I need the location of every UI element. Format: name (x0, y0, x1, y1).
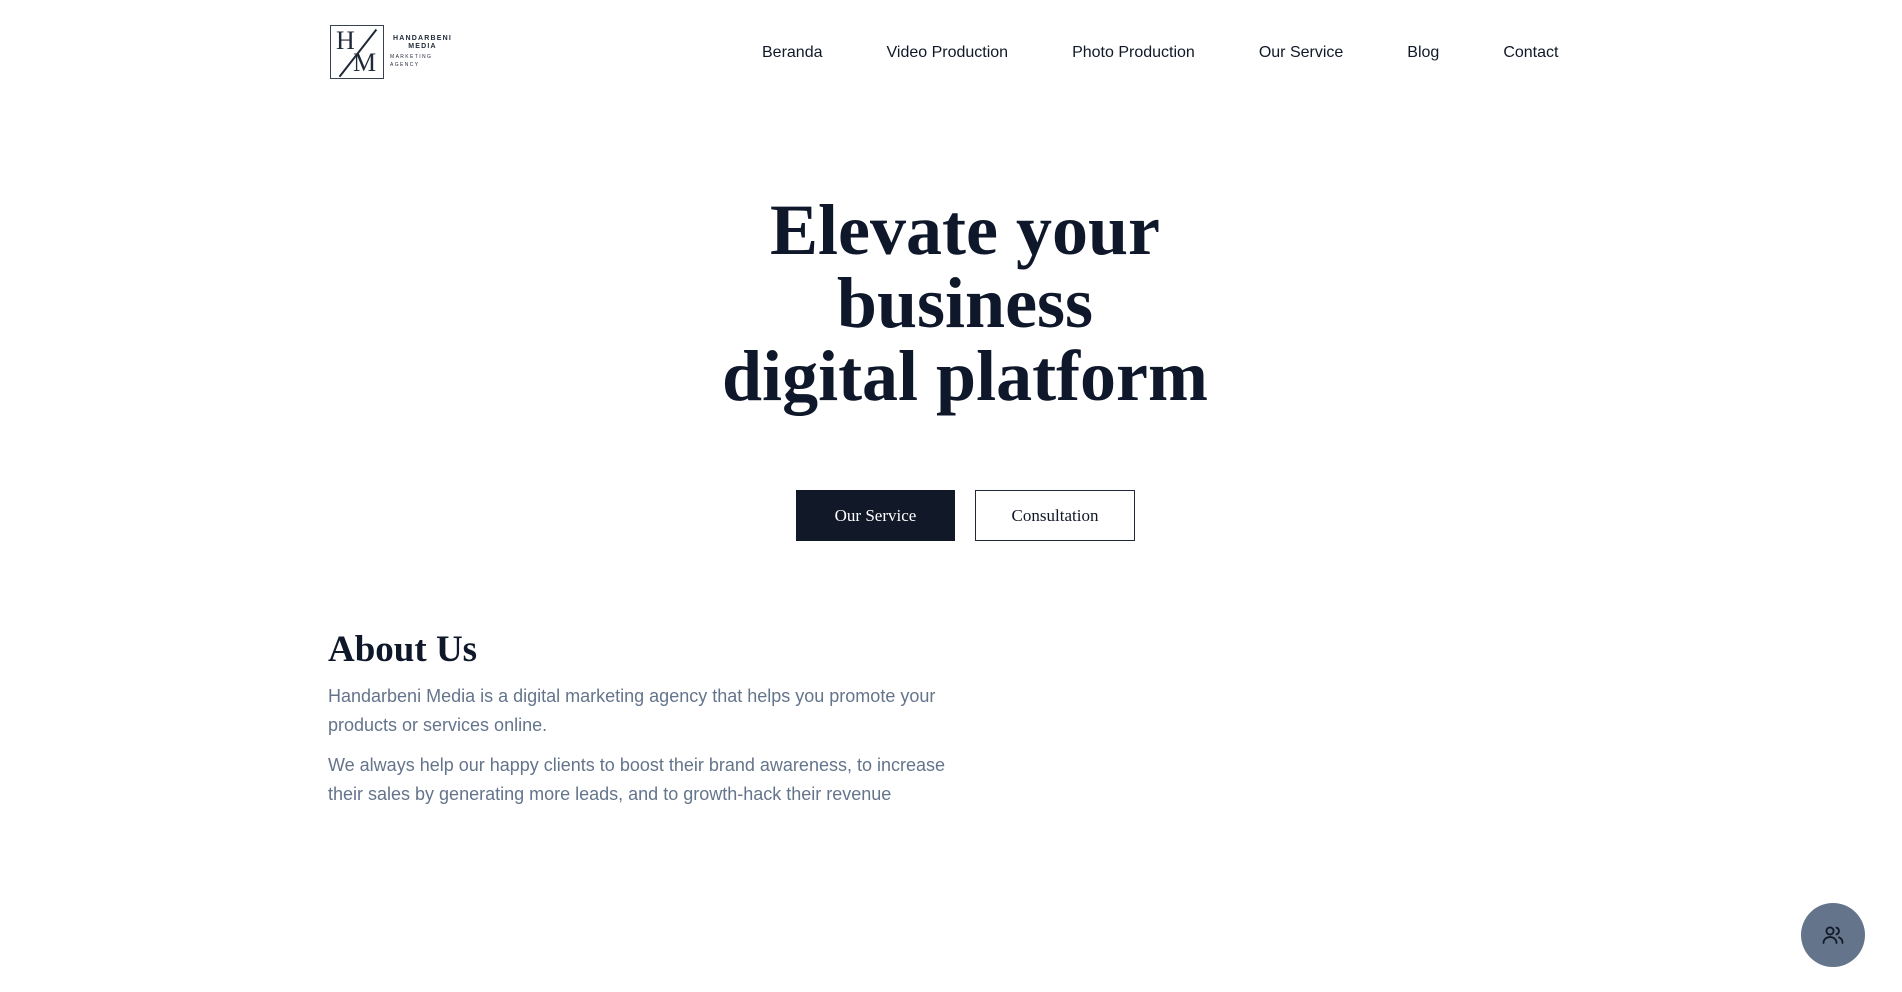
page: H M HANDARBENI MEDIA MARKETING AGENCY Be… (0, 0, 1902, 992)
logo-monogram-left: H (336, 26, 355, 55)
about-paragraph-1: Handarbeni Media is a digital marketing … (328, 686, 936, 735)
floating-contact-button[interactable] (1801, 903, 1865, 967)
logo-line-1: HANDARBENI (392, 35, 453, 42)
hero-actions: Our Service Consultation (796, 490, 1135, 541)
logo-monogram: H M (330, 25, 384, 79)
hero-title-line-3: digital platform (722, 336, 1208, 416)
nav-item-contact[interactable]: Contact (1503, 40, 1558, 66)
about-paragraph-2: We always help our happy clients to boos… (328, 755, 946, 804)
our-service-button[interactable]: Our Service (796, 490, 955, 541)
users-icon (1821, 923, 1845, 947)
logo-line-3: MARKETING AGENCY (390, 54, 433, 68)
hero-title-line-2: business (836, 263, 1094, 343)
nav-item-blog[interactable]: Blog (1407, 40, 1439, 66)
hero-title-line-1: Elevate your (770, 190, 1160, 270)
consultation-button[interactable]: Consultation (975, 490, 1135, 541)
brand-logo[interactable]: H M HANDARBENI MEDIA MARKETING AGENCY (330, 23, 455, 81)
logo-wordmark: HANDARBENI MEDIA MARKETING AGENCY (390, 35, 455, 69)
main-nav: Beranda Video Production Photo Productio… (762, 40, 1558, 66)
nav-item-beranda[interactable]: Beranda (762, 40, 823, 66)
about-title: About Us (328, 629, 478, 670)
nav-item-photo-production[interactable]: Photo Production (1072, 40, 1195, 66)
nav-item-video-production[interactable]: Video Production (887, 40, 1009, 66)
logo-line-2: MEDIA (408, 43, 437, 50)
hero-title: Elevate your business digital platform (0, 194, 1902, 413)
nav-item-our-service[interactable]: Our Service (1259, 40, 1343, 66)
logo-monogram-right: M (353, 48, 377, 77)
